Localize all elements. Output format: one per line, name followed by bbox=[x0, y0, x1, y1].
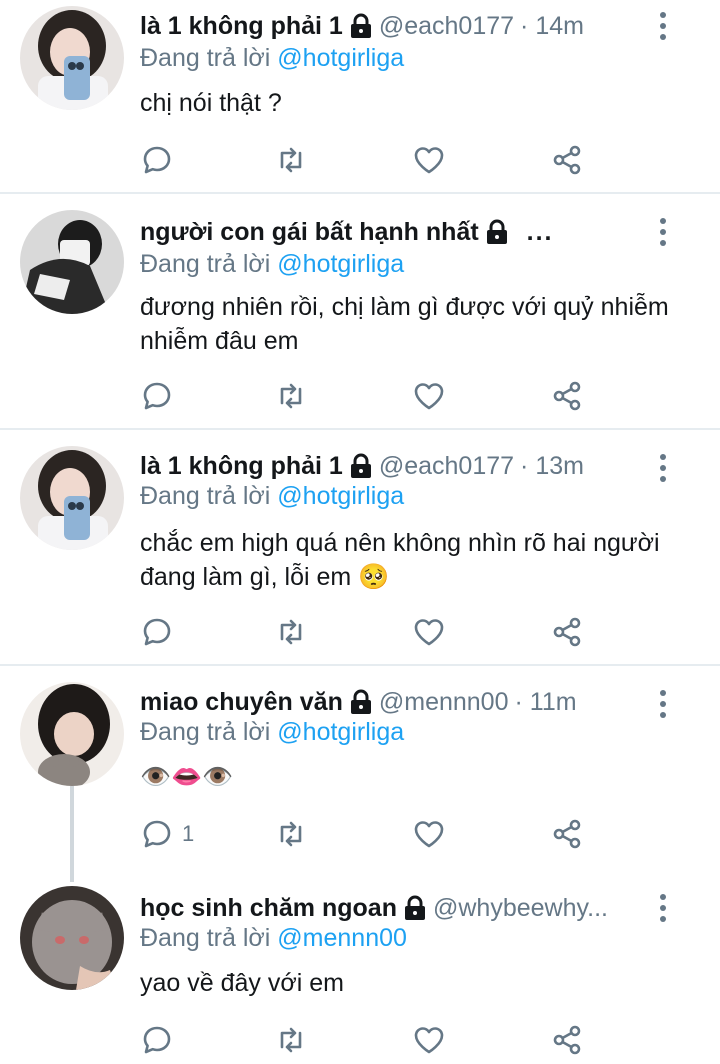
avatar[interactable] bbox=[20, 446, 124, 550]
reply-icon bbox=[143, 382, 171, 410]
tweet-text: chị nói thật ? bbox=[140, 89, 282, 117]
share-icon bbox=[553, 617, 581, 647]
tweet-actions: 1 bbox=[140, 814, 600, 854]
like-button[interactable] bbox=[412, 1020, 446, 1060]
timestamp[interactable]: · 13m bbox=[520, 452, 584, 481]
display-name[interactable]: người con gái bất hạnh nhất bbox=[140, 218, 479, 247]
display-name[interactable]: học sinh chăm ngoan bbox=[140, 894, 397, 923]
lock-icon bbox=[349, 689, 373, 715]
tweet-text: đương nhiên rồi, chị làm gì được với quỷ… bbox=[140, 293, 669, 355]
more-vertical-icon[interactable] bbox=[648, 888, 678, 928]
reply-button[interactable]: 1 bbox=[140, 814, 194, 854]
tweet-text: yao về đây với em bbox=[140, 969, 344, 997]
reply-button[interactable] bbox=[140, 612, 182, 652]
replying-to: Đang trả lời @hotgirliga bbox=[140, 250, 404, 279]
truncation-ellipsis: ... bbox=[526, 217, 554, 246]
display-name[interactable]: là 1 không phải 1 bbox=[140, 12, 343, 41]
replying-label: Đang trả lời bbox=[140, 924, 271, 952]
display-name[interactable]: là 1 không phải 1 bbox=[140, 452, 343, 481]
tweet[interactable]: là 1 không phải 1 @each0177 · 13m Đang t… bbox=[0, 430, 720, 664]
tweet-actions bbox=[140, 1020, 600, 1060]
heart-icon bbox=[414, 383, 444, 410]
retweet-icon bbox=[280, 1027, 302, 1053]
reply-icon bbox=[143, 1026, 171, 1054]
replying-label: Đang trả lời bbox=[140, 718, 271, 746]
share-icon bbox=[553, 145, 581, 175]
tweet[interactable]: học sinh chăm ngoan @whybeewhy... Đang t… bbox=[0, 870, 720, 1064]
heart-icon bbox=[414, 147, 444, 174]
replying-to: Đang trả lời @hotgirliga bbox=[140, 718, 404, 747]
reply-icon bbox=[143, 618, 171, 646]
tweet-text: 👁️👄👁️ bbox=[140, 763, 234, 791]
like-button[interactable] bbox=[412, 814, 446, 854]
tweet[interactable]: là 1 không phải 1 @each0177 · 14m Đang t… bbox=[0, 0, 720, 192]
more-vertical-icon[interactable] bbox=[648, 684, 678, 724]
retweet-icon bbox=[280, 821, 302, 847]
avatar[interactable] bbox=[20, 6, 124, 110]
retweet-button[interactable] bbox=[274, 612, 308, 652]
reply-button[interactable] bbox=[140, 1020, 182, 1060]
mention-link[interactable]: @hotgirliga bbox=[277, 482, 404, 510]
avatar[interactable] bbox=[20, 210, 124, 314]
share-button[interactable] bbox=[550, 376, 584, 416]
replying-to: Đang trả lời @hotgirliga bbox=[140, 482, 404, 511]
reply-button[interactable] bbox=[140, 140, 182, 180]
display-name[interactable]: miao chuyên văn bbox=[140, 688, 343, 717]
mention-link[interactable]: @hotgirliga bbox=[277, 44, 404, 72]
lock-icon bbox=[349, 13, 373, 39]
reply-button[interactable] bbox=[140, 376, 182, 416]
share-button[interactable] bbox=[550, 1020, 584, 1060]
more-vertical-icon[interactable] bbox=[648, 212, 678, 252]
lock-icon bbox=[349, 453, 373, 479]
user-handle[interactable]: @mennn00 bbox=[379, 688, 509, 717]
replying-to: Đang trả lời @hotgirliga bbox=[140, 44, 404, 73]
reply-count: 1 bbox=[182, 821, 195, 846]
retweet-icon bbox=[280, 619, 302, 645]
user-handle[interactable]: @whybeewhy... bbox=[433, 894, 608, 923]
user-handle[interactable]: @each0177 bbox=[379, 452, 514, 481]
like-button[interactable] bbox=[412, 376, 446, 416]
timestamp[interactable]: · 11m bbox=[515, 688, 577, 717]
mention-link[interactable]: @hotgirliga bbox=[277, 250, 404, 278]
replying-label: Đang trả lời bbox=[140, 250, 271, 278]
retweet-button[interactable] bbox=[274, 376, 308, 416]
more-vertical-icon[interactable] bbox=[648, 6, 678, 46]
more-vertical-icon[interactable] bbox=[648, 448, 678, 488]
tweet[interactable]: miao chuyên văn @mennn00 · 11m Đang trả … bbox=[0, 666, 720, 866]
avatar[interactable] bbox=[20, 886, 124, 990]
timestamp[interactable]: · 14m bbox=[520, 12, 584, 41]
mention-link[interactable]: @hotgirliga bbox=[277, 718, 404, 746]
share-icon bbox=[553, 1025, 581, 1055]
tweet[interactable]: người con gái bất hạnh nhất ... Đang trả… bbox=[0, 194, 720, 428]
lock-icon bbox=[403, 895, 427, 921]
share-button[interactable] bbox=[550, 814, 584, 854]
like-button[interactable] bbox=[412, 612, 446, 652]
share-icon bbox=[553, 819, 581, 849]
share-icon bbox=[553, 381, 581, 411]
tweet-actions bbox=[140, 140, 600, 180]
avatar[interactable] bbox=[20, 682, 124, 786]
reply-icon bbox=[143, 146, 171, 174]
retweet-button[interactable] bbox=[274, 814, 308, 854]
share-button[interactable] bbox=[550, 612, 584, 652]
replying-label: Đang trả lời bbox=[140, 44, 271, 72]
lock-icon bbox=[485, 219, 509, 245]
retweet-button[interactable] bbox=[274, 1020, 308, 1060]
tweet-text: chắc em high quá nên không nhìn rõ hai n… bbox=[140, 529, 660, 591]
reply-icon bbox=[143, 820, 171, 848]
retweet-button[interactable] bbox=[274, 140, 308, 180]
retweet-icon bbox=[280, 147, 302, 173]
replying-to: Đang trả lời @mennn00 bbox=[140, 924, 407, 953]
share-button[interactable] bbox=[550, 140, 584, 180]
heart-icon bbox=[414, 619, 444, 646]
heart-icon bbox=[414, 821, 444, 848]
heart-icon bbox=[414, 1027, 444, 1054]
user-handle[interactable]: @each0177 bbox=[379, 12, 514, 41]
tweet-actions bbox=[140, 376, 600, 416]
retweet-icon bbox=[280, 383, 302, 409]
like-button[interactable] bbox=[412, 140, 446, 180]
tweet-actions bbox=[140, 612, 600, 652]
mention-link[interactable]: @mennn00 bbox=[277, 924, 407, 952]
replying-label: Đang trả lời bbox=[140, 482, 271, 510]
